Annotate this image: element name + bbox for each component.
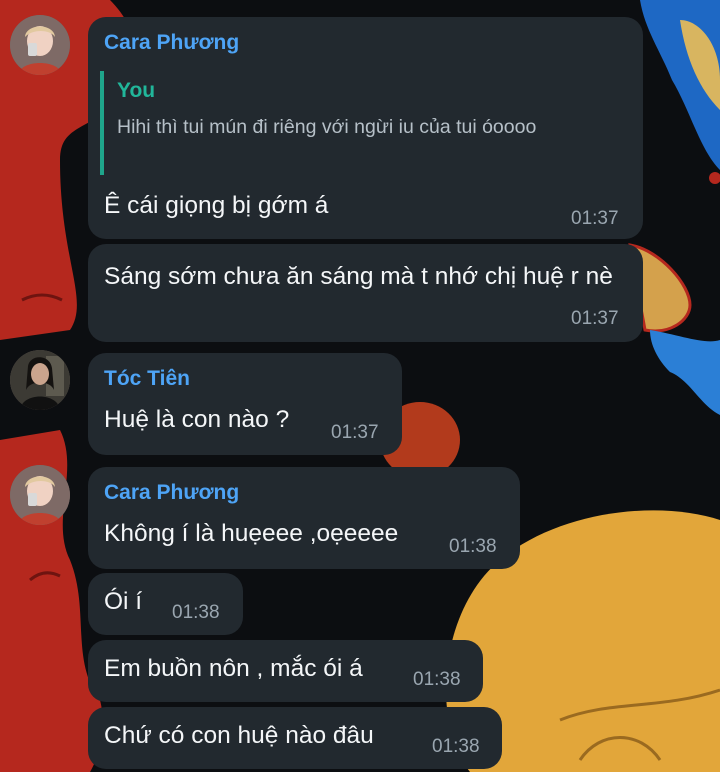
- sender-name[interactable]: Cara Phương: [104, 481, 239, 505]
- reply-text: Hihi thì tui mún đi riêng với ngừi iu củ…: [117, 116, 537, 138]
- avatar-cara-phuong[interactable]: [10, 15, 70, 75]
- message-text: Không í là huẹeee ,oẹeeee: [104, 520, 399, 547]
- sender-name[interactable]: Cara Phương: [104, 31, 239, 55]
- message-text: Chứ có con huệ nào đâu: [104, 722, 374, 749]
- sender-name[interactable]: Tóc Tiên: [104, 367, 190, 391]
- message-time: 01:38: [449, 536, 497, 557]
- message-bubble[interactable]: Cara Phương Không í là huẹeee ,oẹeeee 01…: [88, 467, 520, 569]
- message-text: Em buồn nôn , mắc ói á: [104, 655, 363, 682]
- message-bubble[interactable]: Tóc Tiên Huệ là con nào ? 01:37: [88, 353, 402, 455]
- avatar-cara-phuong[interactable]: [10, 465, 70, 525]
- chat-area: Cara Phương You Hihi thì tui mún đi riên…: [0, 0, 720, 772]
- message-bubble[interactable]: Ói í 01:38: [88, 573, 243, 635]
- message-time: 01:37: [571, 308, 619, 329]
- message-text: Ê cái giọng bị gớm á: [104, 192, 329, 219]
- message-bubble[interactable]: Em buồn nôn , mắc ói á 01:38: [88, 640, 483, 702]
- message-text: Ói í: [104, 588, 143, 615]
- message-text: Sáng sớm chưa ăn sáng mà t nhớ chị huệ r…: [104, 263, 613, 290]
- message-text: Huệ là con nào ?: [104, 406, 290, 433]
- avatar-image: [10, 465, 70, 525]
- reply-quote[interactable]: You Hihi thì tui mún đi riêng với ngừi i…: [100, 71, 570, 175]
- message-bubble[interactable]: Chứ có con huệ nào đâu 01:38: [88, 707, 502, 769]
- message-bubble[interactable]: Cara Phương You Hihi thì tui mún đi riên…: [88, 17, 643, 239]
- avatar-image: [10, 350, 70, 410]
- message-time: 01:37: [571, 208, 619, 229]
- message-time: 01:38: [432, 736, 480, 757]
- message-time: 01:38: [413, 669, 461, 690]
- avatar-image: [10, 15, 70, 75]
- reply-author: You: [117, 79, 156, 102]
- message-time: 01:37: [331, 422, 379, 443]
- message-bubble[interactable]: Sáng sớm chưa ăn sáng mà t nhớ chị huệ r…: [88, 244, 643, 342]
- message-time: 01:38: [172, 602, 220, 623]
- avatar-toc-tien[interactable]: [10, 350, 70, 410]
